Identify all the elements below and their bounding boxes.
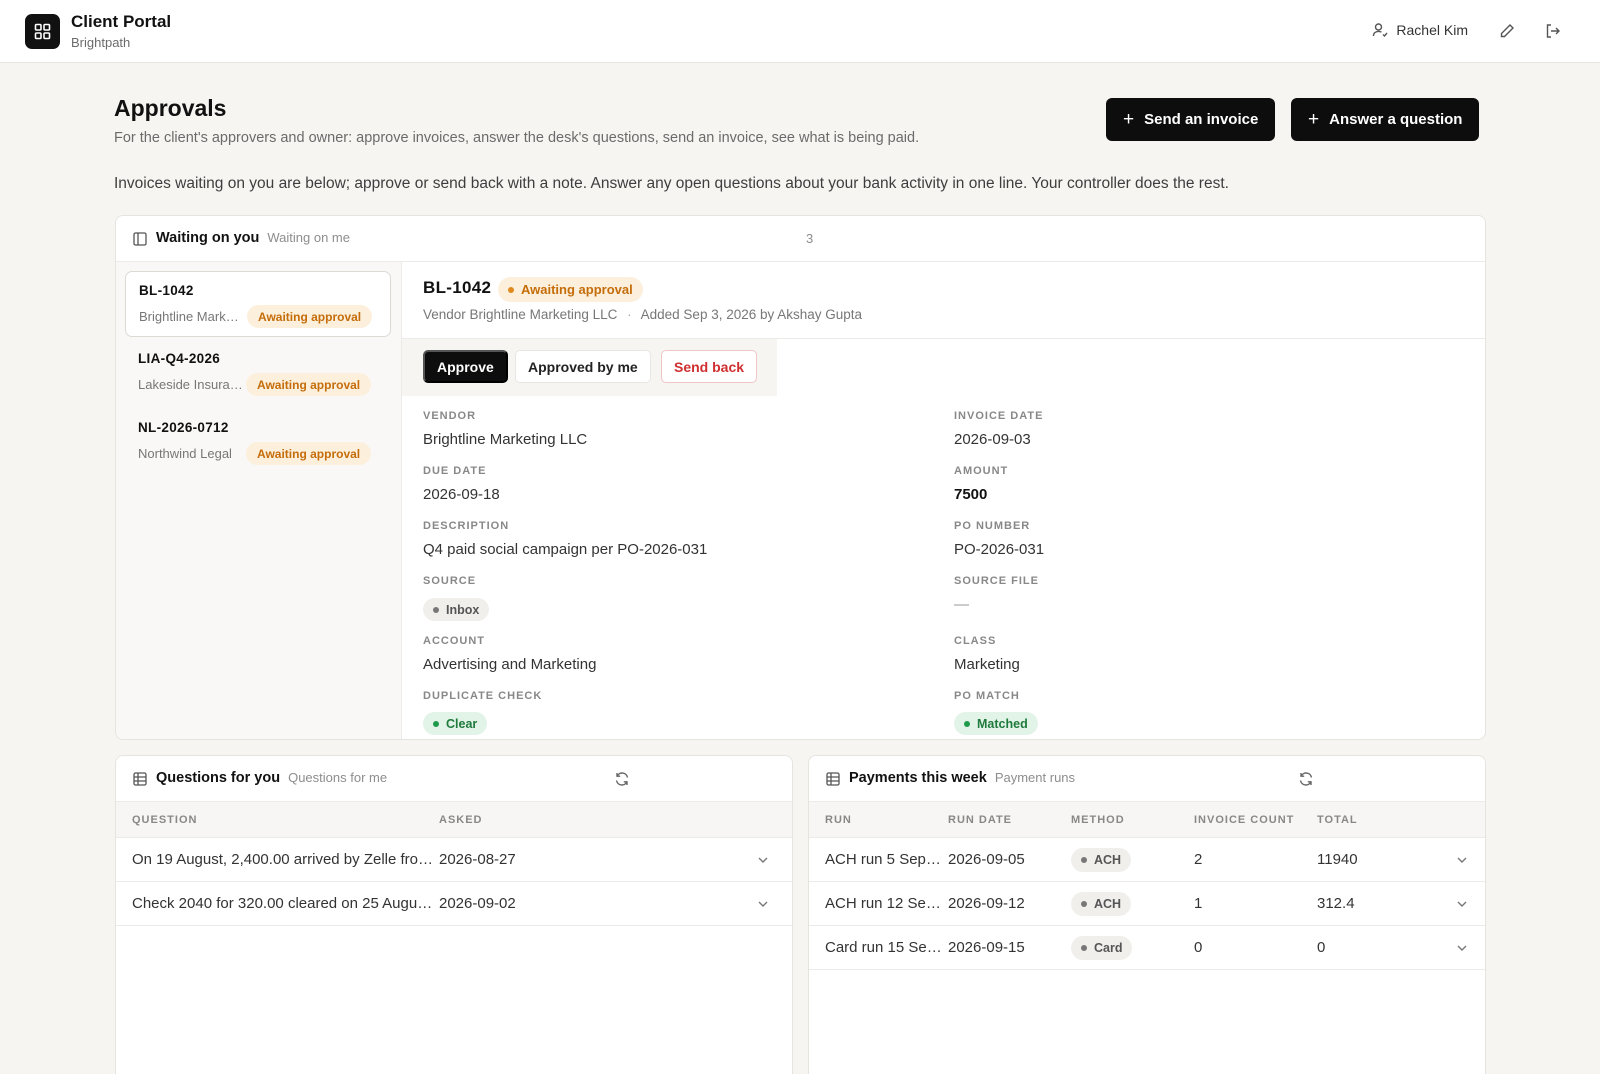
- answer-question-button[interactable]: + Answer a question: [1291, 98, 1480, 141]
- send-invoice-button[interactable]: + Send an invoice: [1106, 98, 1276, 141]
- app-logo-icon[interactable]: [25, 14, 60, 49]
- questions-panel-header: Questions for you Questions for me: [116, 756, 792, 802]
- table-icon: [133, 772, 147, 786]
- chevron-down-icon[interactable]: [1455, 853, 1469, 867]
- duplicate-check-badge: Clear: [423, 712, 488, 735]
- payments-panel: Payments this week Payment runs RUN RUN D…: [808, 755, 1486, 1074]
- app-title: Client Portal: [71, 12, 172, 31]
- table-row[interactable]: On 19 August, 2,400.00 arrived by Zelle …: [116, 838, 792, 882]
- source-badge: Inbox: [423, 598, 490, 621]
- status-badge: Awaiting approval: [246, 373, 372, 396]
- questions-panel: Questions for you Questions for me QUESTI…: [115, 755, 793, 1074]
- chevron-down-icon[interactable]: [756, 853, 770, 867]
- table-row[interactable]: ACH run 12 September 2026-09-12 ACH 1 31…: [809, 882, 1485, 926]
- source-label: SOURCE: [423, 575, 477, 587]
- payments-panel-title: Payments this week Payment runs: [849, 770, 1076, 786]
- vendor-value: Brightline Marketing LLC: [423, 431, 588, 448]
- description-value: Q4 paid social campaign per PO-2026-031: [423, 541, 708, 558]
- waiting-list: BL-1042 Brightline Marketing LLC Awaitin…: [116, 262, 402, 739]
- chevron-down-icon[interactable]: [1455, 897, 1469, 911]
- list-item[interactable]: NL-2026-0712 Northwind Legal Awaiting ap…: [125, 409, 391, 475]
- waiting-panel-title: Waiting on you Waiting on me: [156, 230, 350, 246]
- status-badge: Awaiting approval: [247, 305, 373, 328]
- logout-icon[interactable]: [1543, 21, 1563, 41]
- action-bar: Approve Approved by me Send back: [402, 339, 777, 396]
- account-value: Advertising and Marketing: [423, 656, 597, 673]
- send-back-button[interactable]: Send back: [661, 350, 758, 383]
- payments-table-header: RUN RUN DATE METHOD INVOICE COUNT TOTAL: [809, 802, 1485, 838]
- waiting-count: 3: [806, 231, 814, 246]
- panel-layout-icon: [133, 232, 147, 246]
- invoice-meta: Vendor Brightline Marketing LLC · Added …: [423, 307, 863, 322]
- list-item[interactable]: LIA-Q4-2026 Lakeside Insurance Awaiting …: [125, 340, 391, 406]
- account-label: ACCOUNT: [423, 635, 485, 647]
- questions-table-header: QUESTION ASKED: [116, 802, 792, 838]
- po-number-label: PO NUMBER: [954, 520, 1031, 532]
- user-menu[interactable]: Rachel Kim: [1372, 22, 1468, 38]
- questions-panel-title: Questions for you Questions for me: [156, 770, 388, 786]
- due-date-label: DUE DATE: [423, 465, 487, 477]
- chevron-down-icon[interactable]: [1455, 941, 1469, 955]
- source-file-value: —: [954, 596, 969, 613]
- class-label: CLASS: [954, 635, 997, 647]
- table-icon: [826, 772, 840, 786]
- user-name: Rachel Kim: [1396, 22, 1468, 38]
- invoice-id: BL-1042: [423, 278, 492, 297]
- method-badge: ACH: [1071, 892, 1132, 916]
- refresh-icon[interactable]: [614, 771, 630, 787]
- chevron-down-icon[interactable]: [756, 897, 770, 911]
- invoice-detail: BL-1042 Awaiting approval Vendor Brightl…: [402, 262, 1485, 739]
- po-match-badge: Matched: [954, 712, 1038, 735]
- class-value: Marketing: [954, 656, 1020, 673]
- invoice-date-value: 2026-09-03: [954, 431, 1031, 448]
- invoice-date-label: INVOICE DATE: [954, 410, 1044, 422]
- status-badge: Awaiting approval: [246, 442, 372, 465]
- edit-icon[interactable]: [1497, 21, 1517, 41]
- top-bar: Client Portal Brightpath Rachel Kim: [0, 0, 1600, 63]
- payments-panel-header: Payments this week Payment runs: [809, 756, 1485, 802]
- amount-label: AMOUNT: [954, 465, 1009, 477]
- user-icon: [1373, 23, 1388, 38]
- approve-button[interactable]: Approve: [423, 350, 508, 383]
- description-label: DESCRIPTION: [423, 520, 510, 532]
- table-row[interactable]: ACH run 5 September 2026-09-05 ACH 2 119…: [809, 838, 1485, 882]
- list-item[interactable]: BL-1042 Brightline Marketing LLC Awaitin…: [125, 271, 391, 337]
- waiting-panel: Waiting on you Waiting on me 3 BL-1042 Br…: [115, 215, 1486, 740]
- source-file-label: SOURCE FILE: [954, 575, 1039, 587]
- plus-icon: +: [1123, 109, 1135, 130]
- invoice-detail-header: BL-1042 Awaiting approval Vendor Brightl…: [402, 262, 1485, 339]
- approved-by-me-button[interactable]: Approved by me: [515, 350, 651, 383]
- method-badge: ACH: [1071, 848, 1132, 872]
- plus-icon: +: [1308, 109, 1320, 130]
- page-subtitle: For the client's approvers and owner: ap…: [114, 130, 920, 146]
- amount-value: 7500: [954, 486, 988, 503]
- status-badge: Awaiting approval: [498, 277, 643, 302]
- intro-text: Invoices waiting on you are below; appro…: [114, 175, 1229, 192]
- refresh-icon[interactable]: [1298, 771, 1314, 787]
- method-badge: Card: [1071, 936, 1133, 960]
- duplicate-check-label: DUPLICATE CHECK: [423, 690, 543, 702]
- org-name: Brightpath: [71, 35, 131, 50]
- vendor-label: VENDOR: [423, 410, 477, 422]
- table-row[interactable]: Card run 15 September 2026-09-15 Card 0 …: [809, 926, 1485, 970]
- po-number-value: PO-2026-031: [954, 541, 1045, 558]
- waiting-panel-header: Waiting on you Waiting on me 3: [116, 216, 1485, 262]
- due-date-value: 2026-09-18: [423, 486, 500, 503]
- table-row[interactable]: Check 2040 for 320.00 cleared on 25 Augu…: [116, 882, 792, 926]
- page-title: Approvals: [114, 95, 227, 121]
- po-match-label: PO MATCH: [954, 690, 1020, 702]
